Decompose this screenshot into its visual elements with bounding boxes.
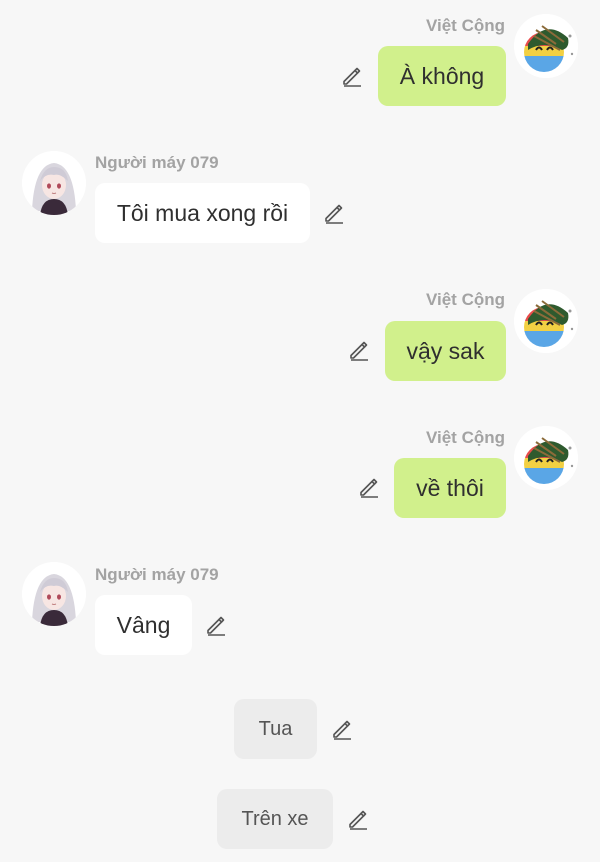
message-bubble[interactable]: vậy sak <box>385 321 506 381</box>
sender-name: Người máy 079 <box>95 565 219 584</box>
green-hat-ball-avatar-icon <box>514 14 578 78</box>
green-hat-ball-avatar-icon <box>514 426 578 490</box>
sender-name: Việt Cộng <box>425 428 505 447</box>
edit-icon[interactable] <box>322 201 346 225</box>
sender-name: Người máy 079 <box>95 153 219 172</box>
system-message[interactable]: Tua <box>234 699 317 759</box>
green-hat-ball-avatar-icon <box>514 289 578 353</box>
edit-icon[interactable] <box>346 807 370 831</box>
edit-icon[interactable] <box>347 338 371 362</box>
avatar[interactable] <box>22 151 86 215</box>
system-message[interactable]: Trên xe <box>217 789 333 849</box>
sender-name: Việt Cộng <box>425 16 505 35</box>
avatar[interactable] <box>22 562 86 626</box>
edit-icon[interactable] <box>330 717 354 741</box>
white-haired-girl-avatar-icon <box>22 562 86 626</box>
sender-name: Việt Cộng <box>425 290 505 309</box>
message-bubble[interactable]: về thôi <box>394 458 506 518</box>
white-haired-girl-avatar-icon <box>22 151 86 215</box>
edit-icon[interactable] <box>340 64 364 88</box>
message-bubble[interactable]: Tôi mua xong rồi <box>95 183 310 243</box>
avatar[interactable] <box>514 426 578 490</box>
edit-icon[interactable] <box>357 475 381 499</box>
avatar[interactable] <box>514 289 578 353</box>
message-bubble[interactable]: Vâng <box>95 595 192 655</box>
avatar[interactable] <box>514 14 578 78</box>
message-bubble[interactable]: À không <box>378 46 506 106</box>
edit-icon[interactable] <box>204 613 228 637</box>
